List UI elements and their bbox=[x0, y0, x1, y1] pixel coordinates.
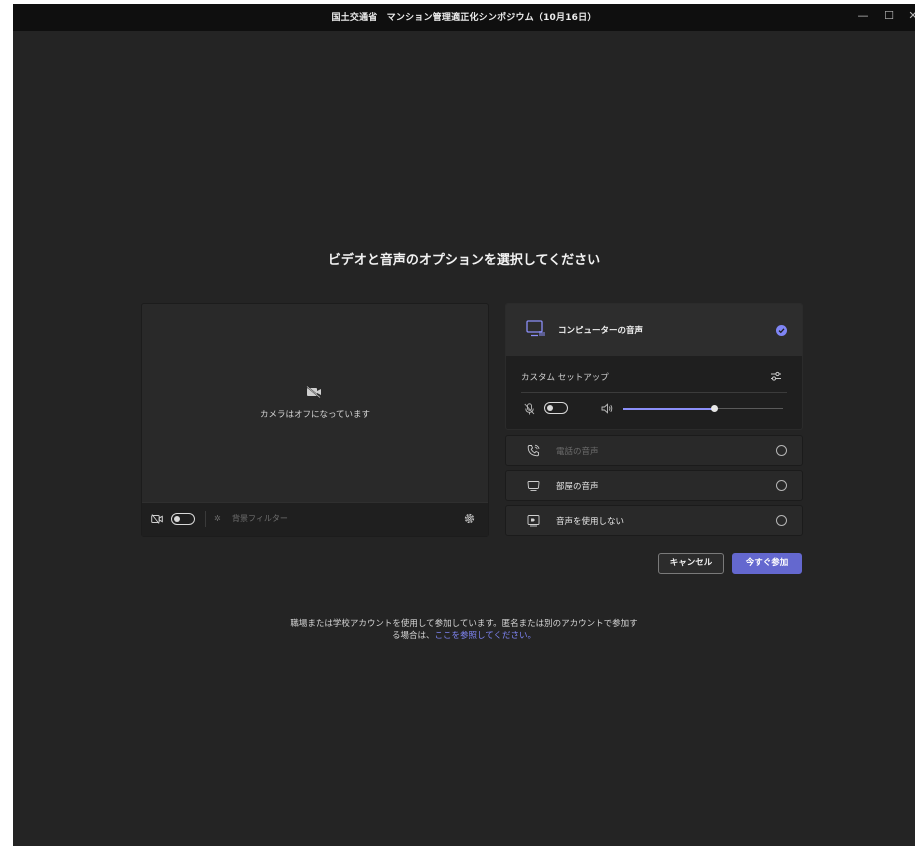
mic-toggle[interactable] bbox=[544, 402, 568, 414]
divider bbox=[521, 392, 787, 393]
cancel-button[interactable]: キャンセル bbox=[658, 553, 724, 574]
camera-toggle-knob bbox=[174, 515, 180, 522]
close-button[interactable]: ✕ bbox=[906, 9, 915, 22]
video-controls-bar: ✲ 背景フィルター bbox=[142, 502, 488, 536]
no-audio-radio[interactable] bbox=[776, 515, 787, 526]
speaker-icon bbox=[601, 403, 613, 414]
no-audio-label: 音声を使用しない bbox=[556, 517, 625, 527]
gear-icon[interactable] bbox=[463, 512, 476, 525]
camera-off-icon bbox=[306, 386, 321, 398]
background-filter-button[interactable]: 背景フィルター bbox=[232, 513, 288, 524]
no-audio-icon bbox=[527, 515, 540, 527]
no-audio-option[interactable]: 音声を使用しない bbox=[505, 505, 803, 536]
window-title: 国土交通省 マンション管理適正化シンポジウム（10月16日） bbox=[331, 13, 597, 23]
volume-fill bbox=[623, 407, 715, 410]
page-title: ビデオと音声のオプションを選択してください bbox=[327, 253, 601, 268]
join-now-button[interactable]: 今すぐ参加 bbox=[732, 553, 802, 574]
title-bar: 国土交通省 マンション管理適正化シンポジウム（10月16日） — ☐ ✕ bbox=[13, 4, 915, 31]
room-audio-radio[interactable] bbox=[776, 480, 787, 491]
divider bbox=[205, 511, 206, 527]
phone-icon bbox=[527, 444, 540, 457]
camera-toggle[interactable] bbox=[171, 513, 195, 525]
computer-audio-header[interactable]: コンピューターの音声 bbox=[506, 304, 802, 356]
account-notice-prefix: る場合は、 bbox=[391, 631, 435, 641]
account-notice-line2: る場合は、ここを参照してください。 bbox=[13, 630, 915, 642]
account-notice: 職場または学校アカウントを使用して参加しています。匿名または別のアカウントで参加… bbox=[13, 618, 915, 642]
speaker-volume-slider[interactable] bbox=[623, 405, 783, 412]
video-preview: カメラはオフになっています bbox=[142, 304, 488, 502]
maximize-button[interactable]: ☐ bbox=[882, 9, 896, 22]
computer-audio-icon bbox=[526, 320, 545, 337]
room-audio-icon bbox=[527, 481, 540, 491]
computer-audio-option[interactable]: コンピューターの音声 カスタム セットアップ bbox=[505, 303, 803, 430]
camera-icon bbox=[151, 514, 163, 524]
phone-audio-radio[interactable] bbox=[776, 445, 787, 456]
phone-audio-label: 電話の音声 bbox=[556, 447, 599, 457]
sliders-icon[interactable] bbox=[770, 370, 782, 382]
volume-thumb[interactable] bbox=[710, 405, 718, 412]
account-notice-line1: 職場または学校アカウントを使用して参加しています。匿名または別のアカウントで参加… bbox=[290, 619, 638, 629]
teams-prejoin-window: 国土交通省 マンション管理適正化シンポジウム（10月16日） — ☐ ✕ ビデオ… bbox=[13, 4, 915, 846]
custom-setup-label: カスタム セットアップ bbox=[521, 373, 609, 383]
background-filter-icon: ✲ bbox=[214, 514, 221, 523]
alternate-account-link[interactable]: ここを参照してください。 bbox=[435, 631, 537, 641]
video-preview-panel: カメラはオフになっています ✲ 背景フィルター bbox=[141, 303, 489, 537]
camera-off-text: カメラはオフになっています bbox=[259, 410, 371, 420]
room-audio-option[interactable]: 部屋の音声 bbox=[505, 470, 803, 501]
computer-audio-label: コンピューターの音声 bbox=[558, 326, 644, 336]
room-audio-label: 部屋の音声 bbox=[556, 482, 599, 492]
phone-audio-option[interactable]: 電話の音声 bbox=[505, 435, 803, 466]
minimize-button[interactable]: — bbox=[856, 9, 870, 22]
mic-toggle-knob bbox=[547, 404, 553, 411]
checkmark-icon bbox=[776, 325, 787, 336]
mic-off-icon bbox=[524, 403, 535, 415]
